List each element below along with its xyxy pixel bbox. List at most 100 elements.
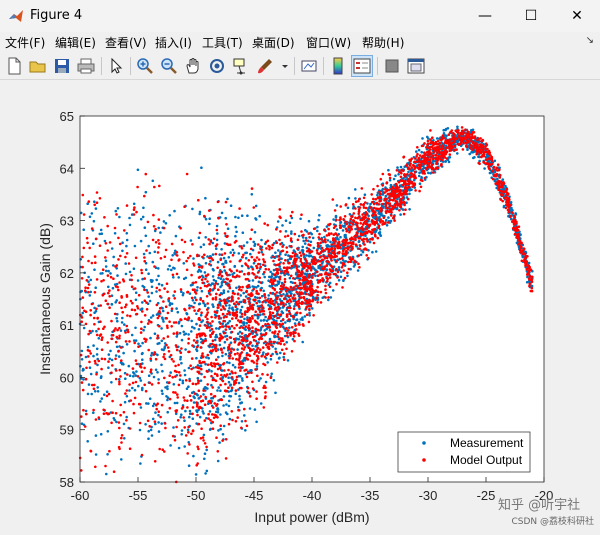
model-output-point [334,272,337,276]
legend-icon[interactable] [351,55,373,77]
model-output-point [153,265,156,268]
measurement-point [443,134,447,137]
measurement-point [88,294,92,297]
measurement-point [278,298,282,301]
rotate-3d-icon[interactable] [207,56,227,76]
model-output-point [318,252,321,256]
measurement-point [248,407,252,410]
measurement-point [228,361,231,365]
model-output-point [130,308,134,311]
colorbar-icon[interactable] [328,56,348,76]
zoom-out-icon[interactable] [159,56,179,76]
scatter-plot[interactable]: -60 -55 -50 -45 -40 -35 -30 -25 -20 585960616263… [0,80,600,531]
pointer-icon[interactable] [106,56,126,76]
close-button[interactable]: ✕ [554,0,600,32]
model-output-point [344,227,348,230]
model-output-point [257,338,261,341]
model-output-point [224,438,228,441]
model-output-point [254,327,258,331]
maximize-button[interactable]: ☐ [508,0,554,32]
model-output-point [380,208,383,211]
open-folder-icon[interactable] [28,56,48,76]
measurement-point [228,304,231,307]
model-output-point [448,149,452,153]
model-output-point [130,274,133,277]
model-output-point [111,399,114,403]
model-output-point [263,222,267,225]
measurement-point [243,317,246,321]
measurement-point [363,193,367,196]
model-output-point [198,324,202,327]
menu-file[interactable]: 文件(F) [5,34,45,51]
model-output-point [308,308,311,312]
measurement-point [288,302,291,305]
measurement-point [227,376,230,380]
model-output-point [146,322,150,325]
measurement-point [421,137,424,140]
model-output-point [160,403,164,407]
brush-icon[interactable] [255,56,275,76]
minimize-button[interactable]: — [462,0,508,32]
model-output-point [106,412,110,416]
zoom-in-icon[interactable] [135,56,155,76]
undock-arrow-icon[interactable]: ↘ [586,35,594,46]
menu-help[interactable]: 帮助(H) [362,34,404,51]
measurement-point [208,217,211,220]
model-output-point [255,264,258,268]
model-output-point [104,299,108,302]
link-plot-icon[interactable] [299,56,319,76]
model-output-point [284,327,288,330]
measurement-point [295,318,299,321]
model-output-point [188,379,191,383]
measurement-point [132,202,136,206]
menu-tools[interactable]: 工具(T) [202,34,243,51]
measurement-point [181,381,185,385]
model-output-point [276,313,280,316]
model-output-point [369,237,372,241]
show-plot-tools-icon[interactable] [406,56,426,76]
save-icon[interactable] [52,56,72,76]
model-output-point [302,266,306,270]
model-output-point [299,311,302,315]
menu-edit[interactable]: 编辑(E) [55,34,96,51]
model-output-point [175,254,179,257]
model-output-point [296,275,300,278]
menu-desktop[interactable]: 桌面(D) [252,34,295,51]
model-output-point [286,234,290,238]
model-output-point [189,254,192,258]
brush-dropdown-icon[interactable] [280,56,290,76]
model-output-point [213,286,216,290]
menu-view[interactable]: 查看(V) [105,34,147,51]
model-output-point [83,425,87,428]
model-output-point [93,322,96,326]
print-icon[interactable] [76,56,96,76]
menu-window[interactable]: 窗口(W) [306,34,351,51]
new-figure-icon[interactable] [4,56,24,76]
measurement-point [199,364,203,368]
model-output-point [264,240,268,244]
measurement-point [111,286,115,290]
model-output-point [189,364,192,368]
model-output-point [312,314,315,317]
measurement-point [215,238,219,242]
measurement-point [106,453,109,456]
model-output-point [193,309,196,312]
model-output-point [364,231,368,234]
pan-hand-icon[interactable] [183,56,203,76]
model-output-point [409,175,412,179]
model-output-point [165,324,169,328]
measurement-point [244,328,247,331]
figure-canvas: -60 -55 -50 -45 -40 -35 -30 -25 -20 58 59 60 61 62 63… [0,80,600,531]
model-output-point [367,224,370,228]
menu-insert[interactable]: 插入(I) [155,34,192,51]
measurement-point [189,284,193,287]
data-cursor-icon[interactable] [231,56,251,76]
model-output-point [229,350,233,353]
model-output-point [211,386,214,389]
model-output-point [147,348,150,352]
model-output-point [276,316,279,320]
model-output-point [282,283,286,286]
model-output-point [219,258,222,262]
hide-plot-tools-icon[interactable] [382,56,402,76]
model-output-point [95,333,99,337]
